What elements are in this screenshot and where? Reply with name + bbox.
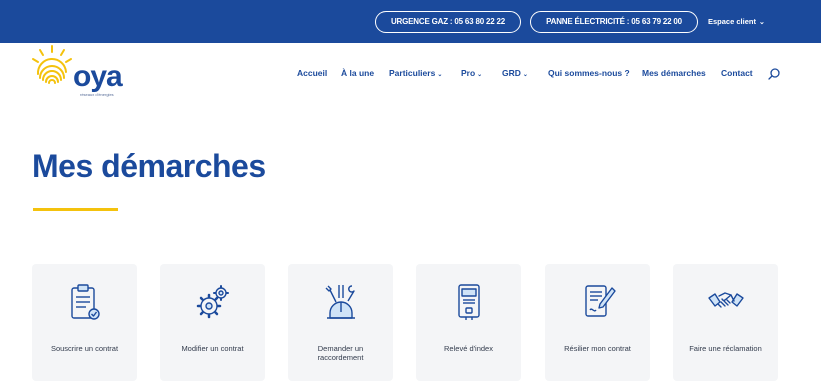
- card-label: Relevé d'index: [444, 344, 493, 353]
- top-bar: URGENCE GAZ : 05 63 80 22 22 PANNE ÉLECT…: [0, 0, 821, 43]
- nav-pro[interactable]: Pro ⌄: [461, 68, 482, 82]
- card-releve-index[interactable]: Relevé d'index: [416, 264, 521, 381]
- nav-a-la-une[interactable]: À la une: [341, 68, 374, 82]
- espace-client-label: Espace client: [708, 17, 756, 26]
- card-resilier[interactable]: Résilier mon contrat: [545, 264, 650, 381]
- search-icon[interactable]: [767, 67, 781, 81]
- card-modifier[interactable]: Modifier un contrat: [160, 264, 265, 381]
- gears-icon: [196, 285, 229, 319]
- nav-mes-demarches[interactable]: Mes démarches: [642, 68, 706, 82]
- oya-logo[interactable]: oya réseaux d'énergies: [30, 44, 140, 106]
- meter-icon: [457, 284, 480, 320]
- card-raccordement[interactable]: Demander un raccordement: [288, 264, 393, 381]
- chevron-down-icon: ⌄: [477, 72, 483, 78]
- chevron-down-icon: ⌄: [437, 72, 443, 78]
- card-label: Modifier un contrat: [181, 344, 244, 353]
- card-label: Demander un raccordement: [317, 344, 364, 362]
- card-label: Faire une réclamation: [689, 344, 762, 353]
- urgence-gaz-button[interactable]: URGENCE GAZ : 05 63 80 22 22: [375, 11, 521, 33]
- card-label: Résilier mon contrat: [564, 344, 631, 353]
- tools-helmet-icon: [325, 285, 355, 319]
- nav-contact[interactable]: Contact: [721, 68, 753, 82]
- chevron-down-icon: ⌄: [522, 72, 528, 78]
- page-title: Mes démarches: [32, 148, 266, 184]
- logo-tagline: réseaux d'énergies: [80, 92, 114, 97]
- nav-particuliers[interactable]: Particuliers ⌄: [389, 68, 442, 82]
- panne-electricite-button[interactable]: PANNE ÉLECTRICITÉ : 05 63 79 22 00: [530, 11, 698, 33]
- card-label: Souscrire un contrat: [50, 344, 119, 353]
- nav-qui-sommes-nous[interactable]: Qui sommes-nous ?: [548, 68, 630, 82]
- handshake-icon: [707, 292, 744, 308]
- clipboard-check-icon: [70, 284, 100, 320]
- nav-grd[interactable]: GRD ⌄: [502, 68, 528, 82]
- card-souscrire[interactable]: Souscrire un contrat: [32, 264, 137, 381]
- nav-accueil[interactable]: Accueil: [297, 68, 327, 82]
- espace-client-menu[interactable]: Espace client ⌄: [708, 11, 765, 33]
- card-reclamation[interactable]: Faire une réclamation: [673, 264, 778, 381]
- chevron-down-icon: ⌄: [758, 19, 765, 26]
- title-underline: [33, 208, 118, 211]
- logo-wordmark: oya: [73, 60, 123, 93]
- document-pen-icon: [584, 285, 616, 317]
